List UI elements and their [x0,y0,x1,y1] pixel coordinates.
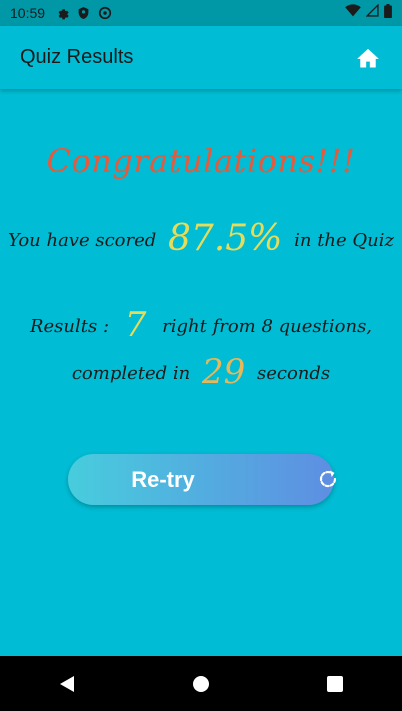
retry-label: Re-try [131,466,195,492]
navigation-bar [0,656,402,711]
gear-icon [55,6,69,20]
refresh-icon [316,467,340,491]
completed-prefix: completed in [71,363,191,384]
home-icon [357,48,379,68]
results-middle: right from 8 questions, [162,316,373,337]
sync-circle-icon [98,6,112,20]
app-bar: Quiz Results [0,26,402,89]
score-suffix: in the Quiz [294,230,394,251]
recents-icon [327,675,343,692]
home-circle-icon [193,675,209,692]
seconds-value: 29 [201,352,246,392]
home-button[interactable] [354,44,382,72]
battery-icon [384,3,392,23]
back-icon [60,675,74,692]
status-time: 10:59 [10,5,46,21]
home-nav-button[interactable] [181,664,221,704]
right-count: 7 [124,305,147,345]
page-title: Quiz Results [20,46,134,68]
time-line: completed in 29 seconds [0,352,402,392]
retry-button[interactable]: Re-try [68,454,337,505]
score-prefix: You have scored [8,230,157,251]
results-line: Results : 7 right from 8 questions, [0,305,402,345]
results-label: Results : [29,316,110,337]
congratulations-heading: Congratulations!!! [46,142,356,180]
status-bar: 10:59 [0,0,402,26]
signal-icon [365,3,379,22]
back-button[interactable] [47,664,87,704]
score-line: You have scored 87.5% in the Quiz [0,218,402,259]
seconds-suffix: seconds [256,363,331,384]
wifi-icon [345,4,361,22]
score-value: 87.5% [168,218,283,259]
shield-icon [77,6,90,20]
recents-button[interactable] [315,664,355,704]
